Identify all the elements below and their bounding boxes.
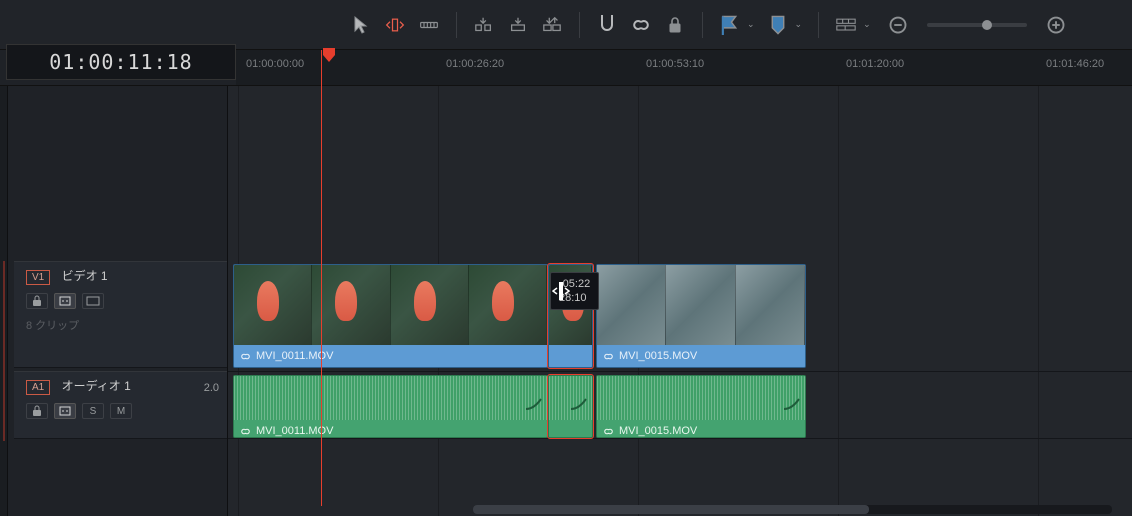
audio-clip[interactable]: MVI_0015.MOV [596, 375, 806, 438]
marker-icon[interactable] [767, 14, 789, 36]
link-icon [240, 351, 251, 362]
fade-curve-icon [783, 397, 801, 411]
timecode-bar: 01:00:11:18 01:00:00:0001:00:26:2001:00:… [0, 50, 1132, 86]
dest-track-indicator [3, 261, 5, 441]
clip-name: MVI_0015.MOV [619, 425, 697, 437]
video-track-tag[interactable]: V1 [26, 270, 50, 285]
ruler-tick: 01:00:26:20 [446, 58, 504, 70]
ruler-tick: 01:01:46:20 [1046, 58, 1104, 70]
insert-clip-icon[interactable] [473, 14, 495, 36]
view-options-dropdown-icon[interactable]: ⌄ [863, 19, 871, 30]
video-clip[interactable]: MVI_0015.MOV [596, 264, 806, 368]
link-icon [240, 426, 251, 437]
overwrite-clip-icon[interactable] [507, 14, 529, 36]
ruler-tick: 01:00:53:10 [646, 58, 704, 70]
snapping-icon[interactable] [596, 14, 618, 36]
fade-curve-icon [570, 397, 588, 411]
ruler-tick: 01:01:20:00 [846, 58, 904, 70]
marker-dropdown-icon[interactable]: ⌄ [795, 19, 803, 30]
audio-track-name: オーディオ 1 [62, 379, 131, 393]
link-icon [603, 351, 614, 362]
horizontal-scrollbar-thumb[interactable] [473, 505, 869, 514]
track-headers: V1 ビデオ 1 8 クリップ A1 オーディオ 1 2.0 S M [0, 86, 228, 516]
audio-clip-selected[interactable] [548, 375, 593, 438]
track-edge-strip [0, 86, 8, 516]
solo-button[interactable]: S [82, 403, 104, 419]
lock-track-button[interactable] [26, 403, 48, 419]
zoom-in-icon[interactable] [1045, 14, 1067, 36]
audio-lane[interactable]: MVI_0011.MOV MVI_0015.MOV [228, 371, 1132, 439]
linked-selection-icon[interactable] [630, 14, 652, 36]
clip-count-label: 8 クリップ [26, 317, 227, 333]
zoom-slider[interactable] [927, 23, 1027, 27]
timeline-tracks[interactable]: MVI_0011.MOV MVI_0015.MOV [228, 86, 1132, 516]
timeline-view-options-icon[interactable] [835, 14, 857, 36]
audio-track-tag[interactable]: A1 [26, 380, 50, 395]
toolbar-separator [702, 12, 703, 38]
flag-marker-icon[interactable] [719, 14, 741, 36]
auto-select-button[interactable] [54, 403, 76, 419]
playhead-marker[interactable] [322, 47, 336, 66]
track-area: V1 ビデオ 1 8 クリップ A1 オーディオ 1 2.0 S M [0, 86, 1132, 516]
position-lock-icon[interactable] [664, 14, 686, 36]
auto-select-button[interactable] [54, 293, 76, 309]
clip-name: MVI_0015.MOV [619, 350, 697, 362]
mute-button[interactable]: M [110, 403, 132, 419]
video-lane[interactable]: MVI_0011.MOV MVI_0015.MOV [228, 261, 1132, 368]
audio-track-header[interactable]: A1 オーディオ 1 2.0 S M [14, 371, 227, 439]
lock-track-button[interactable] [26, 293, 48, 309]
playhead-line[interactable] [321, 50, 322, 506]
horizontal-scrollbar[interactable] [473, 505, 1112, 514]
toolbar-separator [579, 12, 580, 38]
blade-tool-icon[interactable] [418, 14, 440, 36]
timeline-ruler[interactable]: 01:00:00:00 01:00:26:20 01:00:53:10 01:01:2… [236, 50, 1132, 85]
flag-dropdown-icon[interactable]: ⌄ [747, 19, 755, 30]
track-display-button[interactable] [82, 293, 104, 309]
audio-clip[interactable]: MVI_0011.MOV [233, 375, 548, 438]
selection-tool-icon[interactable] [350, 14, 372, 36]
timecode-display[interactable]: 01:00:11:18 [6, 44, 236, 80]
video-clip[interactable]: MVI_0011.MOV [233, 264, 548, 368]
ruler-tick: 01:00:00:00 [246, 58, 304, 70]
trim-edit-tool-icon[interactable] [384, 14, 406, 36]
audio-channel-label: 2.0 [204, 382, 219, 394]
zoom-out-icon[interactable] [887, 14, 909, 36]
link-icon [603, 426, 614, 437]
replace-clip-icon[interactable] [541, 14, 563, 36]
timeline-toolbar: ⌄ ⌄ ⌄ [0, 0, 1132, 50]
fade-curve-icon [525, 397, 543, 411]
toolbar-separator [818, 12, 819, 38]
trim-cursor-icon [552, 280, 570, 305]
zoom-slider-thumb[interactable] [982, 20, 992, 30]
video-track-header[interactable]: V1 ビデオ 1 8 クリップ [14, 261, 227, 368]
toolbar-separator [456, 12, 457, 38]
video-track-name: ビデオ 1 [62, 269, 108, 283]
